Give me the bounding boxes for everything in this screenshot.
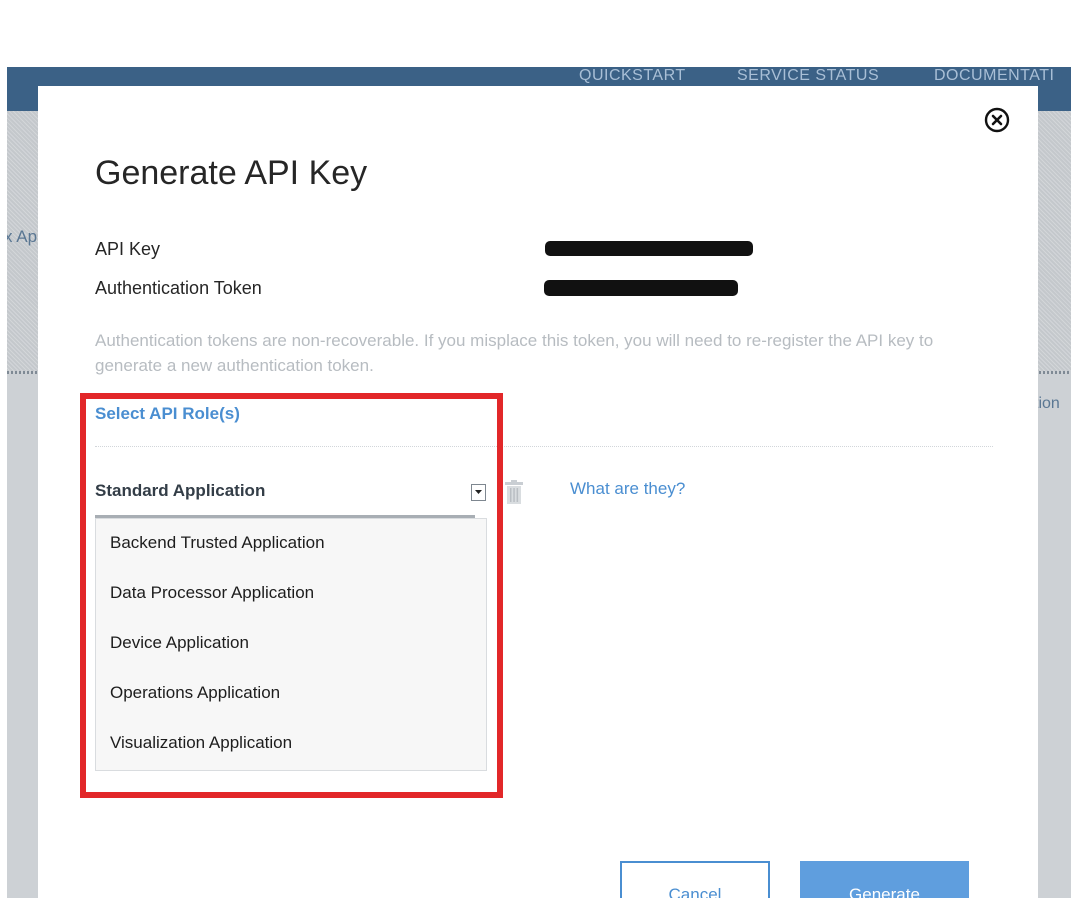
- cancel-button[interactable]: Cancel: [620, 861, 770, 902]
- generate-button[interactable]: Generate: [800, 861, 969, 902]
- nav-documentation[interactable]: DOCUMENTATI: [934, 67, 1054, 85]
- nav-quickstart[interactable]: QUICKSTART: [579, 67, 686, 85]
- auth-token-label: Authentication Token: [95, 278, 262, 298]
- bottom-edge: [0, 898, 1071, 902]
- api-key-label: API Key: [95, 239, 161, 259]
- api-key-value-redacted: [545, 241, 753, 256]
- nav-service-status[interactable]: SERVICE STATUS: [737, 67, 879, 85]
- what-are-they-link[interactable]: What are they?: [570, 479, 685, 499]
- auth-token-help-text: Authentication tokens are non-recoverabl…: [95, 331, 934, 375]
- trash-icon[interactable]: [504, 479, 524, 505]
- close-icon[interactable]: [984, 107, 1010, 133]
- auth-token-value-redacted: [544, 280, 738, 296]
- highlight-annotation-box: [80, 393, 503, 798]
- dialog-title: Generate API Key: [95, 154, 368, 192]
- background-left-text: x Ap: [7, 227, 38, 246]
